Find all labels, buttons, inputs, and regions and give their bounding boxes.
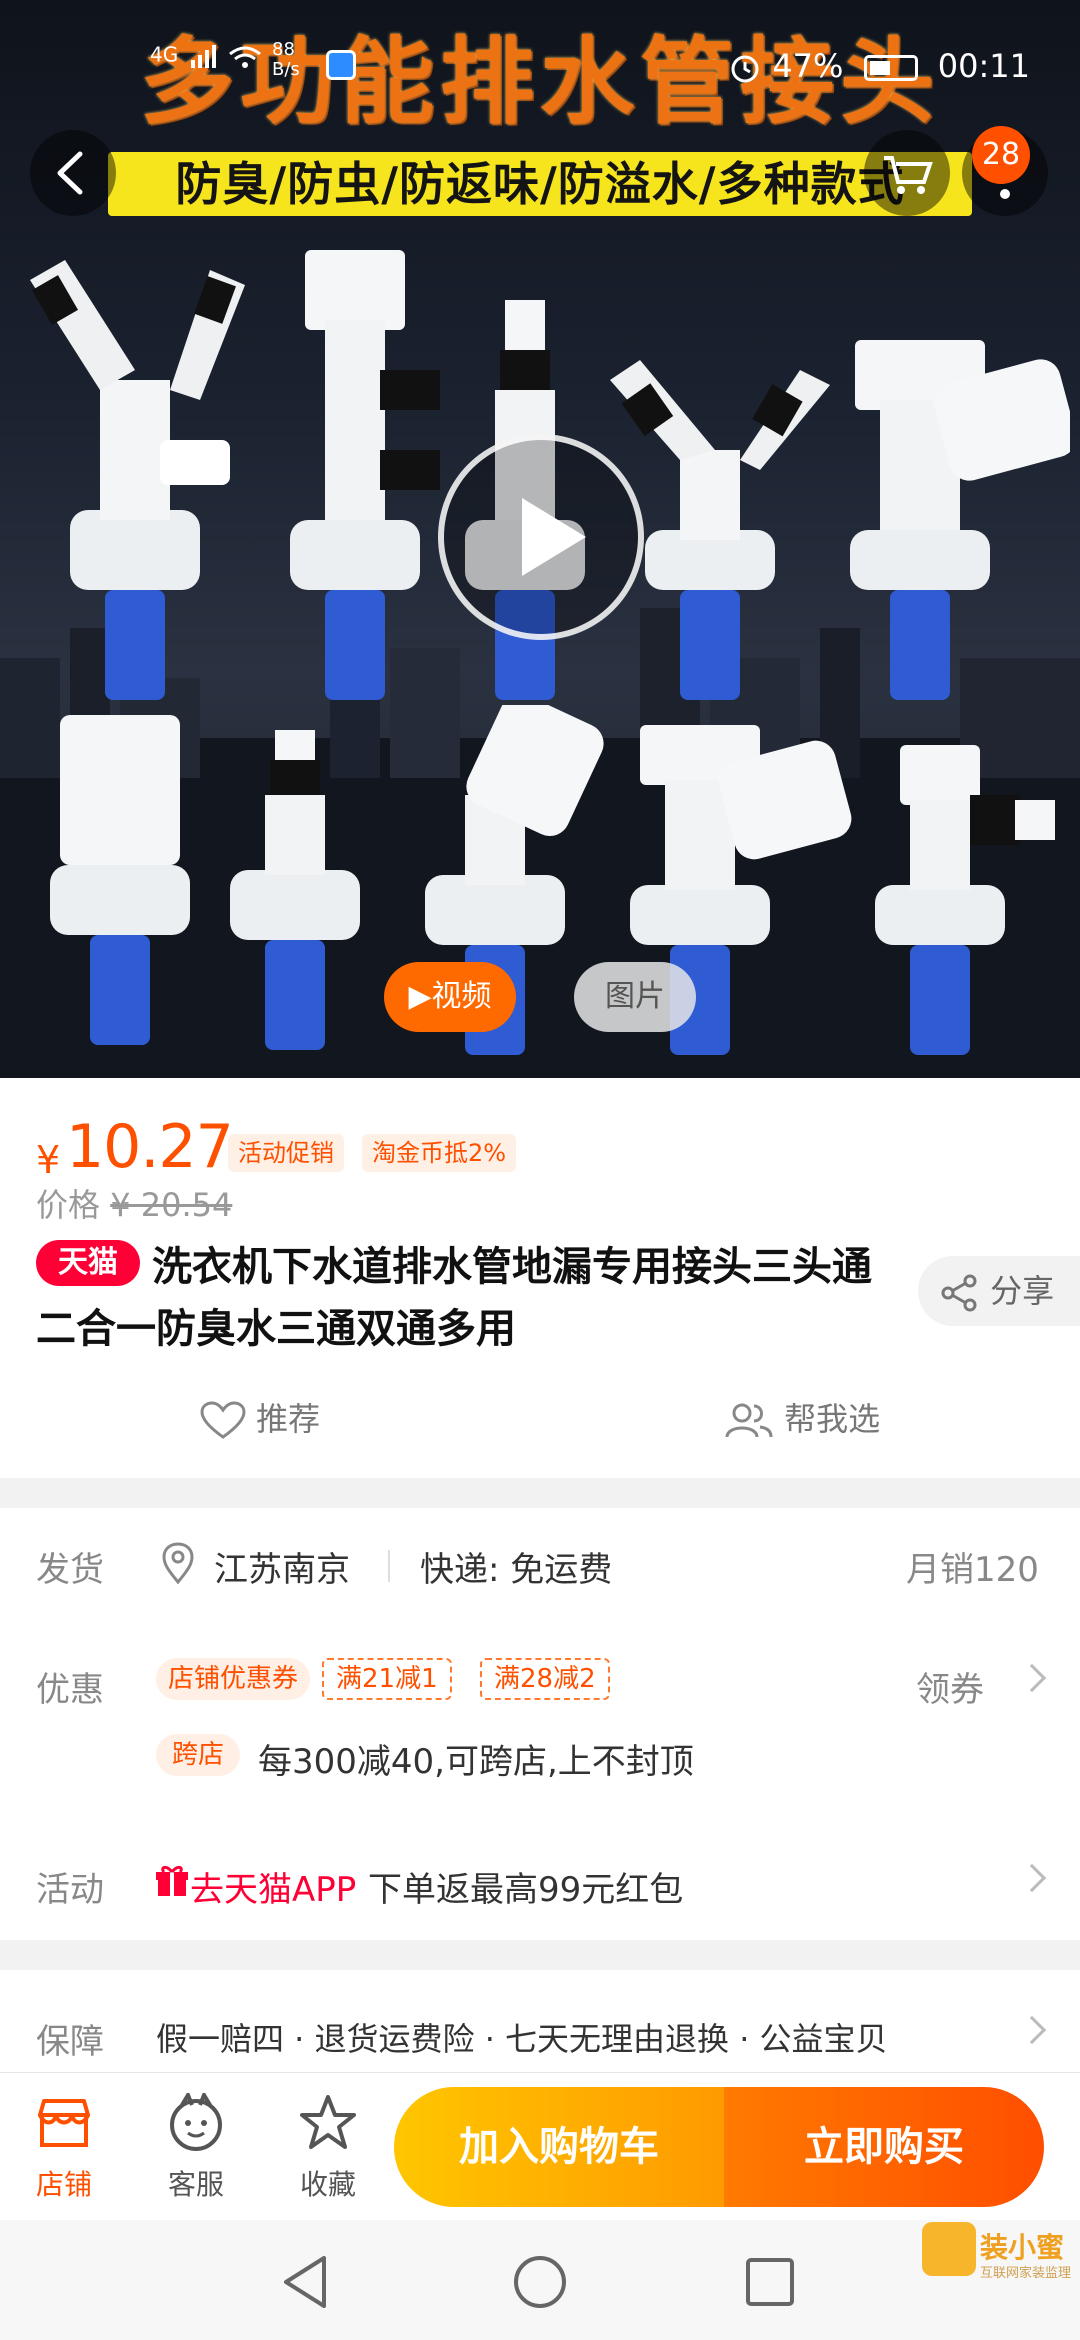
- chevron-right-icon: [1017, 1863, 1047, 1893]
- chevron-right-icon: [1017, 1663, 1047, 1693]
- share-icon: [941, 1274, 977, 1312]
- guarantee-label: 保障: [36, 2022, 104, 2062]
- activity-text: 下单返最高99元红包: [368, 1870, 684, 1910]
- help-me-choose-button[interactable]: 帮我选: [724, 1394, 880, 1441]
- status-bar: 4G 88 B/s 47% 00:11: [0, 0, 1080, 132]
- discount-label: 优惠: [36, 1670, 104, 1710]
- tab-video[interactable]: ▶视频: [384, 962, 516, 1032]
- network-indicator: 4G: [150, 42, 275, 70]
- add-to-cart-button[interactable]: 加入购物车: [394, 2087, 724, 2207]
- watermark-brand: 装小蜜: [980, 2231, 1065, 2264]
- chevron-right-icon: [1017, 2015, 1047, 2045]
- watermark-logo: [922, 2222, 976, 2276]
- recommend-label: 推荐: [256, 1400, 321, 1438]
- product-image-narrow-connector: [230, 730, 360, 1050]
- bottom-action-bar: 店铺 客服 收藏 加入购物车 立即购买: [0, 2072, 1080, 2220]
- heart-icon: [200, 1401, 246, 1439]
- shipping-label: 发货: [36, 1550, 104, 1590]
- watermark-tagline: 互联网家装监理: [980, 2266, 1072, 2281]
- battery-icon: [863, 55, 918, 81]
- speed-unit: B/s: [272, 59, 300, 80]
- promo-tag: 活动促销: [228, 1134, 344, 1172]
- shipping-express: 快递: 免运费: [420, 1550, 613, 1590]
- tmall-app-link[interactable]: 去天猫APP: [190, 1862, 356, 1911]
- shop-coupon-tag: 店铺优惠券: [156, 1658, 311, 1700]
- divider: [388, 1550, 390, 1582]
- currency-symbol: ¥: [36, 1138, 61, 1182]
- product-image-angle-connector: [850, 340, 1070, 700]
- help-me-choose-label: 帮我选: [784, 1400, 881, 1438]
- original-price-label: 价格: [36, 1186, 101, 1224]
- back-button[interactable]: [30, 130, 116, 216]
- current-price: 10.27: [66, 1112, 234, 1182]
- location-pin-icon: [162, 1542, 194, 1584]
- recommend-button[interactable]: 推荐: [200, 1394, 320, 1441]
- product-image-tee-connector: [290, 250, 440, 700]
- network-type: 4G: [150, 42, 179, 67]
- system-navigation-bar: [0, 2220, 1080, 2340]
- section-divider: [0, 1940, 1080, 1970]
- battery-percent: 47%: [772, 47, 844, 85]
- coupon-28-2: 满28减2: [480, 1658, 610, 1700]
- activity-label: 活动: [36, 1870, 104, 1910]
- share-label: 分享: [990, 1272, 1055, 1310]
- product-image-side-tee-connector: [875, 745, 1055, 1055]
- nav-back-icon[interactable]: [280, 2254, 330, 2310]
- get-coupon-button[interactable]: 领券: [916, 1662, 984, 1711]
- original-price: ¥ 20.54: [110, 1186, 233, 1224]
- price-section: ¥ 10.27 活动促销 淘金币抵2% 价格 ¥ 20.54 洗衣机下水道排水管…: [0, 1078, 1080, 1478]
- nav-recents-icon[interactable]: [744, 2256, 796, 2308]
- alarm-icon: [731, 55, 759, 83]
- favorite-label: 收藏: [299, 2168, 356, 2201]
- nav-home-icon[interactable]: [512, 2254, 568, 2310]
- original-price-row: 价格 ¥ 20.54: [36, 1180, 232, 1226]
- section-divider: [0, 1478, 1080, 1508]
- speed-value: 88: [272, 39, 295, 60]
- tab-image[interactable]: 图片: [574, 962, 696, 1032]
- coupon-21-1: 满21减1: [322, 1658, 452, 1700]
- play-icon: [522, 498, 586, 576]
- store-label: 店铺: [35, 2168, 92, 2201]
- status-right: 47% 00:11: [728, 46, 1030, 86]
- tmall-badge: 天猫: [36, 1240, 140, 1286]
- clock: 00:11: [937, 47, 1030, 85]
- product-image-y-connector: [30, 260, 245, 700]
- banner-subtitle: 防臭/防虫/防返味/防溢水/多种款式: [175, 157, 905, 211]
- monthly-sales: 月销120: [906, 1550, 1039, 1590]
- shipping-location: 江苏南京: [214, 1550, 350, 1590]
- star-icon: [300, 2095, 356, 2149]
- gift-icon: [156, 1865, 188, 1896]
- cart-count-badge: 28: [972, 126, 1030, 184]
- share-button[interactable]: 分享: [918, 1256, 1080, 1326]
- customer-service-icon: [170, 2093, 222, 2151]
- notification-app-icon: [326, 50, 356, 80]
- coin-tag: 淘金币抵2%: [362, 1134, 517, 1172]
- cross-store-tag: 跨店: [156, 1734, 241, 1776]
- signal-wifi-icon: [190, 45, 261, 68]
- play-video-button[interactable]: [438, 434, 644, 640]
- buy-now-button[interactable]: 立即购买: [724, 2087, 1044, 2207]
- cart-icon: [884, 156, 933, 194]
- network-speed: 88 B/s: [272, 40, 300, 80]
- people-icon: [725, 1403, 773, 1438]
- guarantee-text: 假一赔四 · 退货运费险 · 七天无理由退换 · 公益宝贝: [156, 2020, 888, 2058]
- cart-button[interactable]: [864, 130, 950, 216]
- product-image-cup-connector: [50, 715, 190, 1045]
- service-label: 客服: [167, 2168, 224, 2201]
- back-arrow-icon: [57, 151, 83, 195]
- store-icon: [38, 2099, 90, 2147]
- cross-store-text: 每300减40,可跨店,上不封顶: [258, 1742, 694, 1782]
- product-title: 洗衣机下水道排水管地漏专用接头三头通二合一防臭水三通双通多用: [36, 1244, 872, 1352]
